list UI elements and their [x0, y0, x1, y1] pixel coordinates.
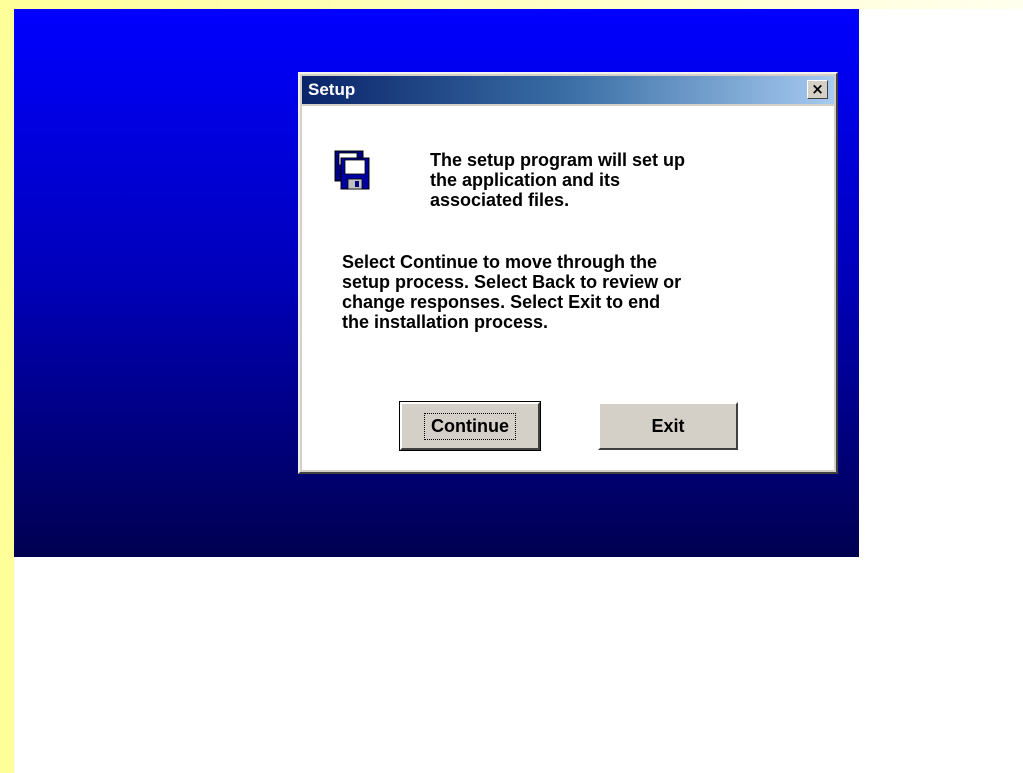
- floppy-disk-icon: [334, 150, 370, 190]
- close-button[interactable]: ×: [807, 80, 828, 99]
- dialog-title: Setup: [308, 80, 356, 99]
- close-icon: ×: [811, 80, 824, 98]
- continue-button[interactable]: Continue: [399, 401, 541, 451]
- yellow-left-strip: [0, 0, 14, 773]
- dialog-content: The setup program will set up the applic…: [302, 106, 834, 470]
- intro-text: The setup program will set up the applic…: [430, 150, 686, 210]
- page: Setup × The setup program will set up th…: [0, 0, 1023, 773]
- continue-button-label: Continue: [424, 412, 516, 440]
- exit-button-label: Exit: [651, 415, 685, 436]
- setup-dialog: Setup × The setup program will set up th…: [298, 72, 838, 474]
- exit-button[interactable]: Exit: [598, 402, 738, 450]
- yellow-top-strip: [0, 0, 1023, 9]
- instructions-text: Select Continue to move through the setu…: [342, 252, 682, 332]
- title-bar: Setup ×: [302, 76, 834, 104]
